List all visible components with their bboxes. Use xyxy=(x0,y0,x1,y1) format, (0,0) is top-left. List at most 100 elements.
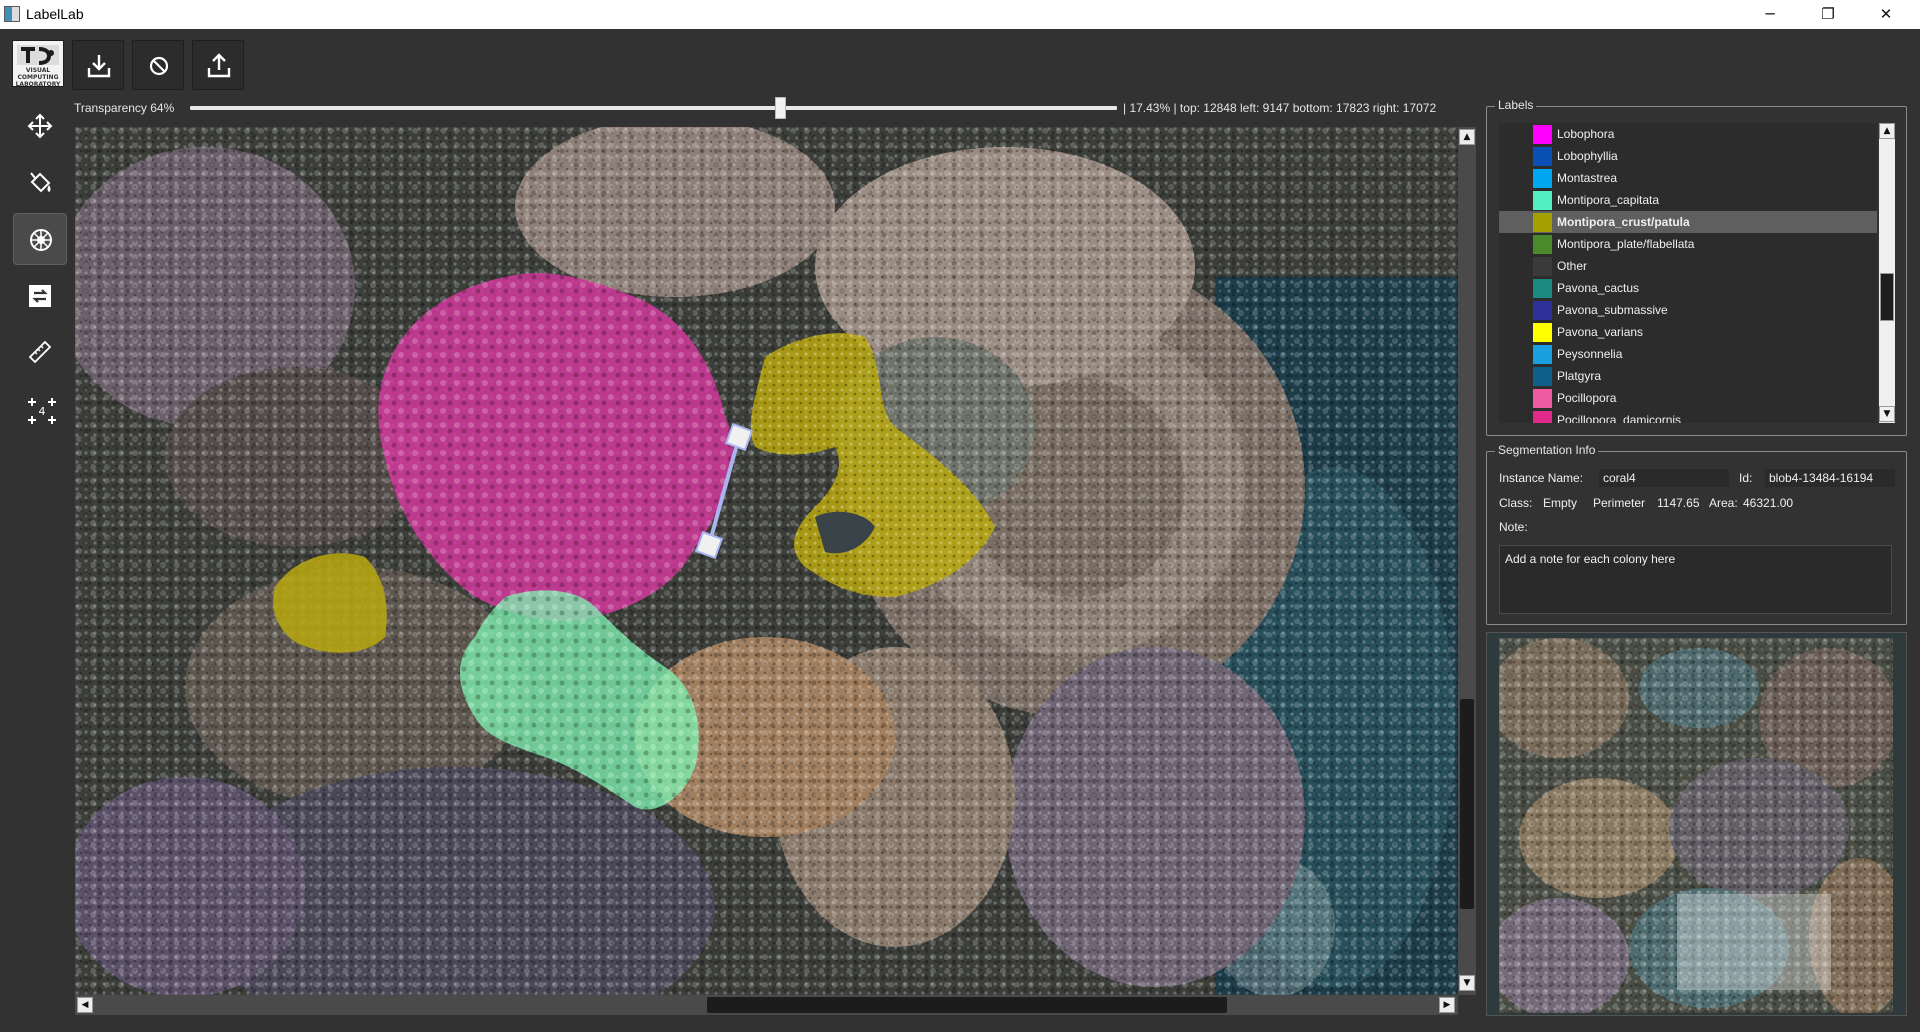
assign-tool[interactable] xyxy=(13,270,67,322)
label-color-swatch xyxy=(1533,213,1552,232)
label-item[interactable]: Lobophyllia xyxy=(1499,145,1877,167)
note-label: Note: xyxy=(1499,520,1528,534)
label-item[interactable]: Montastrea xyxy=(1499,167,1877,189)
viewer-horizontal-scrollbar[interactable]: ◀ ▶ xyxy=(75,995,1458,1015)
transparency-slider[interactable] xyxy=(190,106,1117,110)
viewer-vertical-scrollbar[interactable]: ▲ ▼ xyxy=(1458,127,1476,995)
minimize-button[interactable]: ─ xyxy=(1742,0,1798,29)
label-item-name: Pavona_cactus xyxy=(1557,281,1640,295)
segmentation-info-panel: Segmentation Info Instance Name: coral4 … xyxy=(1486,443,1907,625)
label-item-name: Lobophora xyxy=(1557,127,1615,141)
labels-scroll-thumb[interactable] xyxy=(1880,273,1894,321)
transparency-label: Transparency 64% xyxy=(74,101,175,115)
minimap-viewport[interactable] xyxy=(1677,894,1831,990)
class-label: Class: xyxy=(1499,496,1533,510)
label-item[interactable]: Montipora_plate/flabellata xyxy=(1499,233,1877,255)
segmentation-info-title: Segmentation Info xyxy=(1495,443,1599,457)
instance-name-field[interactable]: coral4 xyxy=(1599,469,1729,487)
label-color-swatch xyxy=(1533,257,1552,276)
clear-button[interactable] xyxy=(132,40,184,90)
label-item-name: Montipora_crust/patula xyxy=(1557,215,1690,229)
vertical-scroll-thumb[interactable] xyxy=(1460,699,1474,909)
label-item-name: Montipora_capitata xyxy=(1557,193,1660,207)
area-value: 46321.00 xyxy=(1743,496,1794,510)
scroll-up-button[interactable]: ▲ xyxy=(1459,129,1475,145)
transparency-slider-handle[interactable] xyxy=(775,97,786,119)
label-item-name: Montipora_plate/flabellata xyxy=(1557,237,1695,251)
labels-panel-title: Labels xyxy=(1495,98,1537,112)
app-icon xyxy=(4,6,20,22)
label-color-swatch xyxy=(1533,191,1552,210)
label-item[interactable]: Montipora_crust/patula xyxy=(1499,211,1877,233)
download-icon xyxy=(87,55,111,78)
label-color-swatch xyxy=(1533,169,1552,188)
label-item[interactable]: Pocillopora_damicornis xyxy=(1499,409,1877,423)
label-color-swatch xyxy=(1533,301,1552,320)
label-item[interactable]: Pocillopora xyxy=(1499,387,1877,409)
label-item-name: Montastrea xyxy=(1557,171,1618,185)
note-textarea[interactable]: Add a note for each colony here xyxy=(1499,545,1892,614)
label-item-name: Pocillopora xyxy=(1557,391,1617,405)
four-clicks-badge: 4 xyxy=(39,405,46,418)
title-bar: LabelLab ─ ❐ ✕ xyxy=(0,0,1920,29)
minimap-image xyxy=(1499,638,1893,1013)
label-color-swatch xyxy=(1533,147,1552,166)
scroll-down-button[interactable]: ▼ xyxy=(1459,975,1475,991)
label-item[interactable]: Montipora_capitata xyxy=(1499,189,1877,211)
labels-scroll-down-button[interactable]: ▼ xyxy=(1879,406,1895,422)
logo-text: VISUAL COMPUTING LABORATORY xyxy=(15,67,61,88)
label-item[interactable]: Peysonnelia xyxy=(1499,343,1877,365)
upload-icon xyxy=(207,53,231,78)
load-button[interactable] xyxy=(72,40,124,90)
close-button[interactable]: ✕ xyxy=(1858,0,1914,29)
label-color-swatch xyxy=(1533,235,1552,254)
label-item-name: Pavona_varians xyxy=(1557,325,1644,339)
minimap[interactable] xyxy=(1486,632,1907,1016)
area-label: Area: xyxy=(1709,496,1738,510)
paint-bucket-icon xyxy=(30,172,51,193)
class-value: Empty xyxy=(1543,496,1578,510)
coral-orthomosaic xyxy=(75,127,1458,995)
label-item[interactable]: Platgyra xyxy=(1499,365,1877,387)
label-item-name: Pocillopora_damicornis xyxy=(1557,413,1682,423)
label-item-name: Peysonnelia xyxy=(1557,347,1623,361)
label-item[interactable]: Pavona_varians xyxy=(1499,321,1877,343)
id-label: Id: xyxy=(1739,471,1753,485)
ruler-icon xyxy=(28,340,52,364)
label-item[interactable]: Other xyxy=(1499,255,1877,277)
labels-scroll-up-button[interactable]: ▲ xyxy=(1879,123,1895,139)
label-color-swatch xyxy=(1533,125,1552,144)
view-info: | 17.43% | top: 12848 left: 9147 bottom:… xyxy=(1123,101,1437,115)
id-field[interactable]: blob4-13484-16194 xyxy=(1765,469,1895,487)
export-button[interactable] xyxy=(192,40,244,90)
label-item-name: Other xyxy=(1557,259,1588,273)
label-item[interactable]: Pavona_cactus xyxy=(1499,277,1877,299)
no-entry-icon xyxy=(149,56,169,76)
fill-tool[interactable] xyxy=(13,157,67,209)
labels-list[interactable]: Lobophora Lobophyllia Montastrea Montipora_… xyxy=(1499,123,1877,423)
label-color-swatch xyxy=(1533,323,1552,342)
ruler-tool[interactable] xyxy=(13,326,67,378)
four-clicks-icon: 4 xyxy=(28,398,56,424)
coral-tool[interactable] xyxy=(13,213,67,265)
move-icon xyxy=(27,113,53,139)
label-color-swatch xyxy=(1533,389,1552,408)
horizontal-scroll-thumb[interactable] xyxy=(707,997,1227,1013)
scroll-right-button[interactable]: ▶ xyxy=(1439,997,1455,1013)
toolbar: VISUAL COMPUTING LABORATORY xyxy=(0,29,1920,95)
four-clicks-tool[interactable]: 4 xyxy=(13,383,67,435)
label-color-swatch xyxy=(1533,345,1552,364)
scroll-left-button[interactable]: ◀ xyxy=(77,997,93,1013)
label-color-swatch xyxy=(1533,411,1552,423)
perimeter-value: 1147.65 xyxy=(1657,496,1700,510)
image-viewer[interactable] xyxy=(75,127,1458,995)
label-item[interactable]: Pavona_submassive xyxy=(1499,299,1877,321)
labels-scrollbar[interactable]: ▲ ▼ xyxy=(1879,123,1895,423)
maximize-button[interactable]: ❐ xyxy=(1800,0,1856,29)
labels-panel: Labels Lobophora Lobophyllia Montastrea Mon… xyxy=(1486,98,1907,436)
swap-icon xyxy=(29,285,51,307)
label-item-name: Pavona_submassive xyxy=(1557,303,1668,317)
label-item[interactable]: Lobophora xyxy=(1499,123,1877,145)
label-item-name: Lobophyllia xyxy=(1557,149,1618,163)
move-tool[interactable] xyxy=(13,100,67,152)
